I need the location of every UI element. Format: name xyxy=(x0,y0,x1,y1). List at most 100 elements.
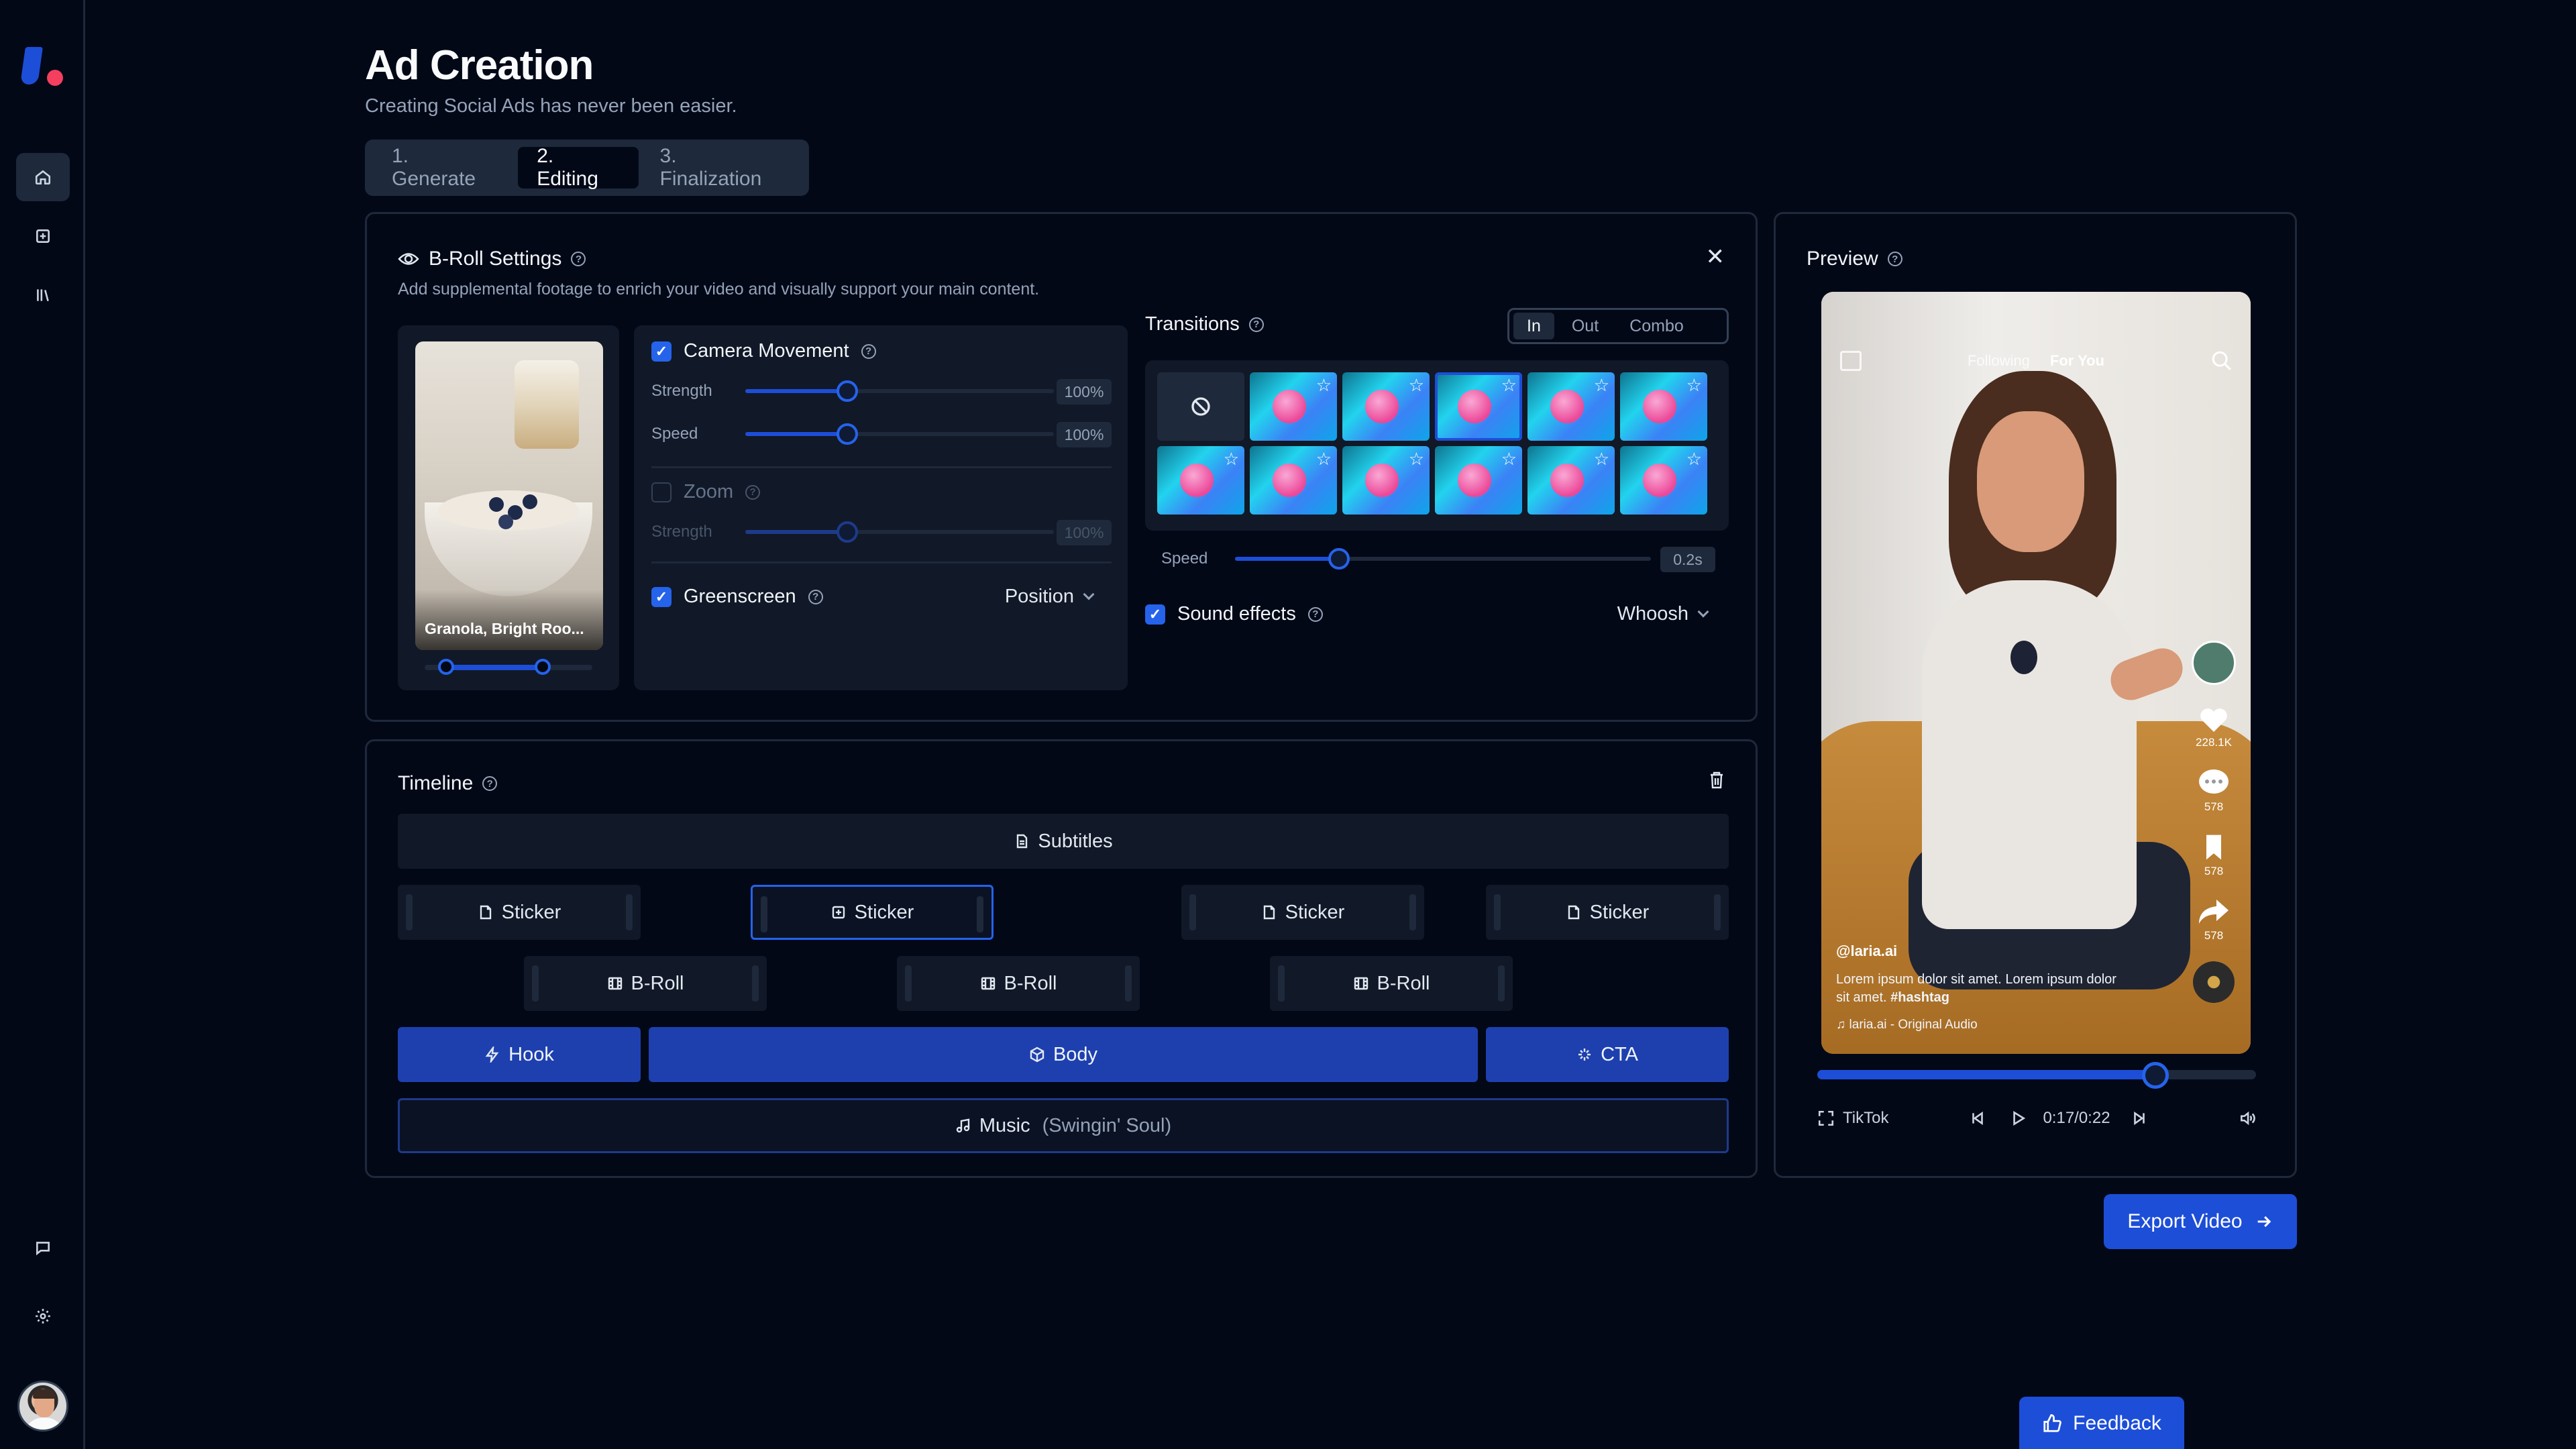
transition-option[interactable]: ☆ xyxy=(1342,372,1430,441)
star-icon[interactable]: ☆ xyxy=(1316,449,1332,470)
scrubber-handle[interactable] xyxy=(2141,1062,2169,1089)
transition-option[interactable]: ☆ xyxy=(1527,372,1615,441)
like-action[interactable]: 228.1K xyxy=(2196,704,2232,749)
help-icon[interactable]: ? xyxy=(1307,606,1323,622)
clip-handle-left[interactable] xyxy=(761,896,767,932)
clip-handle-left[interactable] xyxy=(905,965,912,1002)
clip-handle-right[interactable] xyxy=(1714,894,1721,930)
video-preview[interactable]: Following For You 228.1K 578 578 578 @la… xyxy=(1821,292,2251,1054)
feedback-button[interactable]: Feedback xyxy=(2019,1397,2184,1449)
body-clip[interactable]: Body xyxy=(649,1027,1478,1082)
camera-speed-slider[interactable] xyxy=(745,423,1054,445)
creator-username[interactable]: @laria.ai xyxy=(1836,943,1897,960)
help-icon[interactable]: ? xyxy=(1887,252,1902,266)
clip-handle-left[interactable] xyxy=(1278,965,1285,1002)
sidebar-item-home[interactable] xyxy=(16,153,70,201)
sidebar-item-messages[interactable] xyxy=(16,1224,70,1272)
clip-handle-right[interactable] xyxy=(1125,965,1132,1002)
broll-clip[interactable]: B-Roll xyxy=(524,956,767,1011)
tab-generate[interactable]: 1. Generate xyxy=(373,145,515,190)
star-icon[interactable]: ☆ xyxy=(1594,449,1609,470)
sticker-clip[interactable]: Sticker xyxy=(1486,885,1729,940)
star-icon[interactable]: ☆ xyxy=(1501,449,1517,470)
transition-option-selected[interactable]: ☆ xyxy=(1435,372,1522,441)
clip-handle-right[interactable] xyxy=(1498,965,1505,1002)
clip-handle-left[interactable] xyxy=(1494,894,1501,930)
range-end-handle[interactable] xyxy=(535,659,551,675)
playback-scrubber[interactable] xyxy=(1817,1062,2256,1089)
clip-handle-left[interactable] xyxy=(406,894,413,930)
star-icon[interactable]: ☆ xyxy=(1501,375,1517,396)
sidebar-item-create[interactable] xyxy=(16,212,70,260)
caption-hashtag[interactable]: #hashtag xyxy=(1890,990,1949,1005)
star-icon[interactable]: ☆ xyxy=(1594,375,1609,396)
slider-handle[interactable] xyxy=(836,423,858,445)
sidebar-item-library[interactable] xyxy=(16,271,70,319)
zoom-checkbox[interactable] xyxy=(651,482,672,502)
help-icon[interactable]: ? xyxy=(745,484,761,500)
transition-option[interactable]: ☆ xyxy=(1620,446,1707,515)
help-icon[interactable]: ? xyxy=(861,343,876,359)
sound-dropdown[interactable]: Whoosh xyxy=(1617,603,1709,625)
greenscreen-checkbox[interactable]: ✓ xyxy=(651,586,672,607)
play-icon[interactable] xyxy=(2009,1110,2027,1127)
music-track[interactable]: Music (Swingin' Soul) xyxy=(398,1098,1729,1153)
star-icon[interactable]: ☆ xyxy=(1316,375,1332,396)
clip-handle-right[interactable] xyxy=(977,896,983,932)
subtitles-track[interactable]: Subtitles xyxy=(398,814,1729,869)
audio-row[interactable]: ♫ laria.ai - Original Audio xyxy=(1836,1018,1978,1032)
tab-for-you[interactable]: For You xyxy=(2050,352,2104,370)
transition-option[interactable]: ☆ xyxy=(1527,446,1615,515)
tab-following[interactable]: Following xyxy=(1968,352,2030,370)
tab-editing[interactable]: 2. Editing xyxy=(518,145,639,190)
help-icon[interactable]: ? xyxy=(482,776,498,791)
cta-clip[interactable]: CTA xyxy=(1486,1027,1729,1082)
export-video-button[interactable]: Export Video xyxy=(2104,1194,2297,1249)
clip-handle-left[interactable] xyxy=(532,965,539,1002)
star-icon[interactable]: ☆ xyxy=(1409,449,1424,470)
transition-option[interactable]: ☆ xyxy=(1342,446,1430,515)
broll-clip[interactable]: B-Roll xyxy=(897,956,1140,1011)
clip-handle-right[interactable] xyxy=(1409,894,1416,930)
camera-strength-slider[interactable] xyxy=(745,380,1054,402)
fullscreen-icon[interactable] xyxy=(1817,1110,1835,1127)
mode-out[interactable]: Out xyxy=(1558,313,1612,339)
help-icon[interactable]: ? xyxy=(571,252,586,266)
clip-handle-right[interactable] xyxy=(626,894,633,930)
skip-back-icon[interactable] xyxy=(1969,1110,1986,1127)
search-icon[interactable] xyxy=(2210,350,2233,372)
mode-combo[interactable]: Combo xyxy=(1616,313,1697,339)
transition-option[interactable]: ☆ xyxy=(1435,446,1522,515)
help-icon[interactable]: ? xyxy=(1248,317,1264,332)
star-icon[interactable]: ☆ xyxy=(1409,375,1424,396)
position-dropdown[interactable]: Position xyxy=(1005,586,1095,608)
zoom-strength-slider[interactable] xyxy=(745,521,1054,543)
transition-option[interactable]: ☆ xyxy=(1250,372,1337,441)
sticker-clip-selected[interactable]: Sticker xyxy=(751,885,994,940)
skip-forward-icon[interactable] xyxy=(2131,1110,2148,1127)
broll-clip[interactable]: B-Roll xyxy=(1270,956,1513,1011)
transition-speed-slider[interactable] xyxy=(1235,548,1651,570)
comment-action[interactable]: 578 xyxy=(2198,768,2230,814)
sound-effects-checkbox[interactable]: ✓ xyxy=(1145,604,1165,625)
clip-handle-right[interactable] xyxy=(752,965,759,1002)
volume-icon[interactable] xyxy=(2239,1110,2256,1127)
share-action[interactable]: 578 xyxy=(2198,897,2230,943)
slider-handle[interactable] xyxy=(1328,548,1350,570)
trash-icon[interactable] xyxy=(1709,771,1725,790)
star-icon[interactable]: ☆ xyxy=(1686,449,1702,470)
platform-label[interactable]: TikTok xyxy=(1843,1109,1888,1128)
clip-range-slider[interactable] xyxy=(425,659,592,675)
hook-clip[interactable]: Hook xyxy=(398,1027,641,1082)
save-action[interactable]: 578 xyxy=(2198,833,2230,878)
camera-movement-checkbox[interactable]: ✓ xyxy=(651,341,672,362)
star-icon[interactable]: ☆ xyxy=(1686,375,1702,396)
broll-thumbnail[interactable]: Granola, Bright Roo... xyxy=(415,341,603,650)
clip-handle-left[interactable] xyxy=(1189,894,1196,930)
sticker-clip[interactable]: Sticker xyxy=(398,885,641,940)
tab-finalization[interactable]: 3. Finalization xyxy=(641,145,801,190)
star-icon[interactable]: ☆ xyxy=(1224,449,1239,470)
help-icon[interactable]: ? xyxy=(808,589,823,604)
transition-option[interactable]: ☆ xyxy=(1620,372,1707,441)
close-icon[interactable]: ✕ xyxy=(1706,244,1725,270)
